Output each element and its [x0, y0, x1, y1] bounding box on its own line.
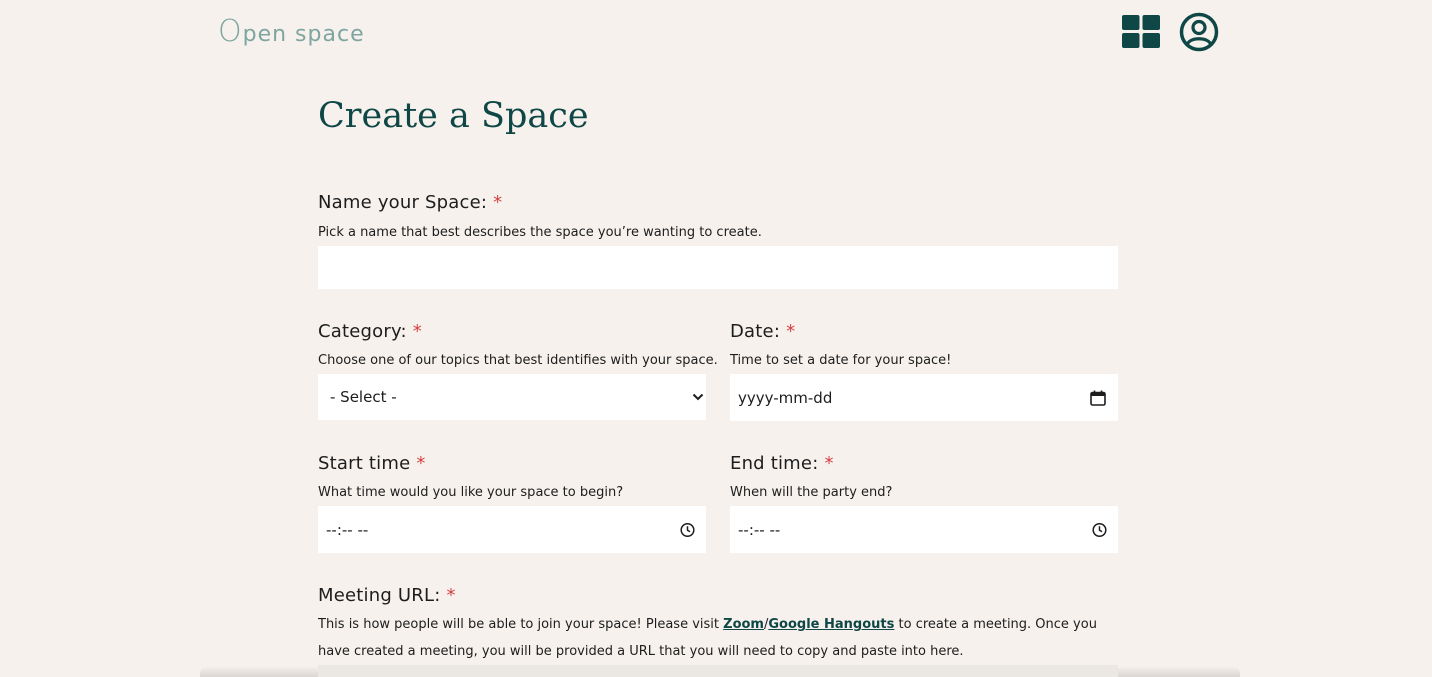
category-selected-value: - Select - — [330, 388, 397, 406]
start-time-label: Start time * — [318, 453, 426, 474]
chevron-down-icon — [692, 393, 704, 401]
meeting-url-input[interactable] — [318, 665, 1118, 677]
space-name-input[interactable] — [318, 246, 1118, 289]
calendar-icon[interactable] — [1090, 390, 1106, 406]
page-title: Create a Space — [318, 96, 589, 136]
end-time-label: End time: * — [730, 453, 834, 474]
meeting-url-hint-start: This is how people will be able to join … — [318, 617, 724, 632]
header: Open space — [0, 0, 1432, 64]
name-hint: Pick a name that best describes the spac… — [318, 225, 762, 240]
category-hint: Choose one of our topics that best ident… — [318, 353, 718, 368]
end-time-placeholder: --:-- -- — [738, 520, 781, 539]
name-label: Name your Space: * — [318, 192, 502, 213]
end-time-hint: When will the party end? — [730, 485, 893, 500]
meeting-url-label-text: Meeting URL: — [318, 585, 441, 606]
date-placeholder: yyyy-mm-dd — [738, 388, 833, 407]
date-input[interactable]: yyyy-mm-dd — [730, 374, 1118, 421]
start-time-placeholder: --:-- -- — [326, 520, 369, 539]
start-time-input[interactable]: --:-- -- — [318, 506, 706, 553]
meeting-url-label: Meeting URL: * — [318, 585, 456, 606]
google-hangouts-link[interactable]: Google Hangouts — [768, 617, 894, 632]
start-time-label-text: Start time — [318, 453, 411, 474]
end-time-label-text: End time: — [730, 453, 819, 474]
start-time-hint: What time would you like your space to b… — [318, 485, 624, 500]
required-mark: * — [446, 585, 456, 606]
clock-icon[interactable] — [680, 522, 695, 537]
user-circle-icon[interactable] — [1179, 12, 1219, 52]
logo-text: pen space — [242, 22, 365, 47]
date-label-text: Date: — [730, 321, 781, 342]
date-hint: Time to set a date for your space! — [730, 353, 952, 368]
zoom-link[interactable]: Zoom — [723, 617, 764, 632]
clock-icon[interactable] — [1092, 522, 1107, 537]
category-label-text: Category: — [318, 321, 407, 342]
logo-initial: O — [218, 14, 243, 49]
required-mark: * — [412, 321, 422, 342]
required-mark: * — [493, 192, 503, 213]
date-label: Date: * — [730, 321, 795, 342]
category-select[interactable]: - Select - — [318, 374, 706, 420]
end-time-input[interactable]: --:-- -- — [730, 506, 1118, 553]
logo[interactable]: Open space — [218, 14, 365, 49]
meeting-url-hint: This is how people will be able to join … — [318, 611, 1118, 665]
required-mark: * — [824, 453, 834, 474]
required-mark: * — [416, 453, 426, 474]
name-label-text: Name your Space: — [318, 192, 488, 213]
category-label: Category: * — [318, 321, 422, 342]
required-mark: * — [786, 321, 796, 342]
grid-icon[interactable] — [1122, 15, 1160, 48]
